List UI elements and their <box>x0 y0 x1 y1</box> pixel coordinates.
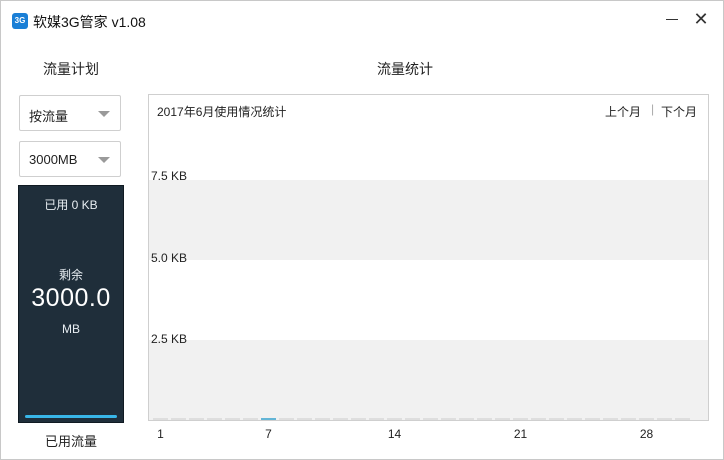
chart-bar <box>171 418 186 420</box>
close-button[interactable]: ✕ <box>687 7 715 31</box>
plan-heading: 流量计划 <box>43 61 99 77</box>
chart-bar <box>549 418 564 420</box>
chart-bar <box>207 418 222 420</box>
app-logo-icon: 3G <box>12 13 28 29</box>
chart-bar <box>279 418 294 420</box>
remaining-value: 3000.0 <box>31 284 111 312</box>
chart-bar <box>333 418 348 420</box>
chart-bar <box>531 418 546 420</box>
plan-size-value: 3000MB <box>29 152 78 167</box>
quota-progress-fill <box>25 415 117 418</box>
remaining-unit: MB <box>62 322 80 336</box>
chart-bar <box>639 418 654 420</box>
x-tick-label: 21 <box>513 427 528 441</box>
x-tick-label: 7 <box>265 427 272 441</box>
chart-bar <box>477 418 492 420</box>
chevron-down-icon <box>98 111 110 117</box>
chart-bar <box>423 418 438 420</box>
chart-bar <box>387 418 402 420</box>
minimize-button[interactable] <box>657 7 685 31</box>
chart-bar <box>243 418 258 420</box>
used-traffic-label[interactable]: 已用流量 <box>19 431 123 450</box>
plan-size-select[interactable]: 3000MB <box>19 141 121 177</box>
chart-bar <box>621 418 636 420</box>
chart-bar <box>351 418 366 420</box>
remaining-label: 剩余 <box>58 268 83 282</box>
chart-bar <box>189 418 204 420</box>
chart-bar <box>405 418 420 420</box>
usage-chart: 2017年6月使用情况统计 上个月 | 下个月 2.5 KB 5.0 KB 7.5 … <box>148 94 709 421</box>
chart-bars <box>149 95 708 420</box>
quota-progress-bar <box>25 415 117 418</box>
x-tick-label: 14 <box>387 427 402 441</box>
chevron-down-icon <box>98 157 110 163</box>
chart-bar <box>369 418 384 420</box>
chart-bar <box>225 418 240 420</box>
chart-bar <box>495 418 510 420</box>
close-icon: ✕ <box>693 9 709 29</box>
quota-panel: 已用 0 KB 剩余 3000.0 MB <box>18 185 124 423</box>
x-tick-label: 1 <box>157 427 164 441</box>
chart-bar <box>261 418 276 420</box>
chart-bar <box>657 418 672 420</box>
chart-bar <box>603 418 618 420</box>
plan-type-value: 按流量 <box>29 109 69 124</box>
used-amount: 已用 0 KB <box>44 198 98 212</box>
plan-type-select[interactable]: 按流量 <box>19 95 121 131</box>
chart-bar <box>459 418 474 420</box>
chart-bar <box>297 418 312 420</box>
chart-bar <box>513 418 528 420</box>
chart-bar <box>675 418 690 420</box>
x-tick-label: 28 <box>639 427 654 441</box>
chart-bar <box>153 418 168 420</box>
minimize-icon <box>666 19 678 20</box>
title-bar[interactable]: 3G 软媒3G管家 v1.08 ✕ <box>1 1 723 41</box>
chart-bar <box>315 418 330 420</box>
app-window: 3G 软媒3G管家 v1.08 ✕ 流量计划 按流量 3000MB 已用 0 K… <box>0 0 724 460</box>
stats-heading: 流量统计 <box>377 61 433 77</box>
chart-bar <box>585 418 600 420</box>
window-title: 软媒3G管家 v1.08 <box>33 14 146 30</box>
chart-bar <box>567 418 582 420</box>
chart-bar <box>441 418 456 420</box>
